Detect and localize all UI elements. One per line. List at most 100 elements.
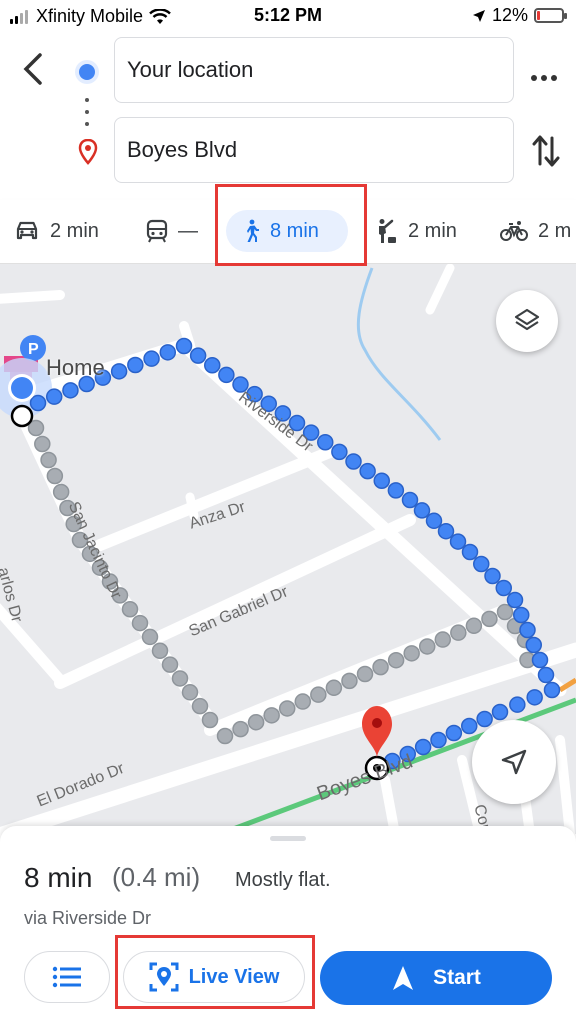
route-dot	[526, 689, 543, 706]
swap-vert-icon	[532, 135, 560, 167]
route-dot	[159, 344, 177, 361]
route-dot	[450, 624, 467, 641]
mode-drive[interactable]: 2 min	[14, 210, 99, 252]
back-button[interactable]	[18, 52, 52, 86]
route-dot	[491, 703, 509, 721]
route-dot	[189, 347, 207, 364]
route-dot	[175, 337, 193, 355]
route-dot	[437, 522, 455, 540]
route-dot	[294, 693, 312, 710]
route-dot	[449, 533, 467, 550]
maps-app: Xfinity Mobile 5:12 PM 12% Your location…	[0, 0, 576, 1024]
location-arrow-icon	[472, 9, 485, 22]
car-icon	[16, 221, 38, 240]
route-dot	[151, 642, 169, 660]
route-dot	[310, 686, 327, 703]
route-dot	[52, 483, 70, 501]
route-dot	[121, 600, 139, 618]
trip-distance: (0.4 mi)	[112, 862, 201, 892]
svg-text:P: P	[28, 341, 39, 358]
route-dot	[232, 720, 249, 738]
route-dot	[46, 467, 64, 485]
route-dot	[425, 512, 443, 530]
route-dot	[476, 710, 493, 728]
route-dot	[414, 738, 432, 756]
route-dot	[465, 617, 483, 635]
route-dot	[34, 435, 51, 453]
route-connector-icon	[85, 98, 89, 126]
navigation-arrow-icon	[501, 749, 527, 775]
route-dot	[461, 543, 479, 561]
route-dot	[161, 656, 179, 673]
route-dot	[387, 651, 405, 669]
steps-list-button[interactable]	[24, 951, 110, 1003]
layers-button[interactable]	[496, 290, 558, 352]
route-dot	[62, 382, 79, 399]
route-dot	[45, 388, 63, 405]
route-dot	[29, 394, 47, 412]
route-dot	[513, 606, 530, 624]
route-dot	[519, 621, 536, 639]
route-dot	[434, 631, 452, 648]
walk-highlight-box	[215, 184, 367, 266]
route-dot	[263, 707, 280, 724]
route-dot	[495, 579, 512, 597]
route-dot	[345, 453, 362, 470]
layers-icon	[514, 308, 540, 331]
route-dot	[509, 696, 526, 713]
route-dot	[373, 472, 390, 489]
destination-input[interactable]: Boyes Blvd	[114, 117, 514, 183]
destination-marker-icon	[362, 706, 392, 758]
route-dot	[401, 491, 419, 509]
start-label: Start	[433, 966, 481, 989]
route-dot	[204, 357, 221, 374]
status-right: 12%	[472, 5, 567, 26]
origin-input[interactable]: Your location	[114, 37, 514, 103]
route-dot	[216, 727, 234, 745]
route-dot	[110, 363, 128, 380]
home-label: Home	[46, 355, 105, 380]
route-dot	[131, 614, 149, 632]
battery-icon	[534, 8, 567, 23]
route-dot	[372, 658, 389, 676]
route-dot	[413, 502, 431, 519]
route-dot	[201, 711, 219, 729]
destination-pin-icon	[78, 138, 98, 170]
mode-transit[interactable]: —	[146, 210, 198, 252]
navigation-icon	[393, 966, 414, 990]
route-dot	[481, 610, 498, 628]
swap-button[interactable]	[532, 134, 560, 173]
mode-bike[interactable]: 2 m	[500, 210, 571, 252]
route-dot	[127, 356, 144, 374]
transit-icon	[146, 219, 168, 243]
route-dot	[317, 434, 334, 451]
mode-ride-label: 2 min	[408, 219, 457, 242]
route-dot	[418, 638, 436, 655]
route-dot	[191, 697, 209, 715]
battery-level	[537, 11, 540, 20]
live-view-highlight-box	[115, 935, 315, 1009]
bike-icon	[500, 221, 528, 241]
route-dot	[171, 670, 189, 687]
ride-hail-icon	[379, 219, 396, 243]
route-dot	[531, 651, 549, 669]
status-bar: Xfinity Mobile 5:12 PM 12%	[0, 0, 576, 32]
route-dot	[537, 666, 555, 684]
start-button[interactable]: Start	[320, 951, 552, 1005]
trip-duration: 8 min	[24, 862, 93, 893]
more-options-button[interactable]	[530, 62, 558, 88]
mode-drive-label: 2 min	[50, 219, 99, 242]
battery-percent: 12%	[491, 5, 528, 25]
more-horiz-icon	[531, 75, 557, 81]
drag-handle[interactable]	[270, 836, 306, 841]
route-dot	[40, 451, 57, 469]
route-dot	[496, 603, 514, 621]
mode-ride[interactable]: 2 min	[374, 210, 457, 252]
route-dot	[445, 724, 463, 742]
route-dot	[356, 665, 374, 683]
terrain-note: Mostly flat.	[235, 869, 331, 891]
recenter-button[interactable]	[472, 720, 556, 804]
route-dot	[387, 482, 405, 499]
route-dot	[430, 731, 447, 749]
route-dot	[325, 679, 343, 697]
